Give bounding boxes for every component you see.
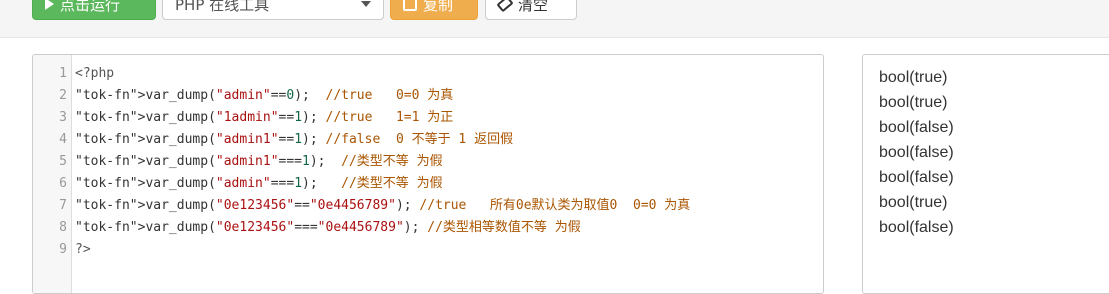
output-line: bool(false) — [879, 219, 954, 236]
line-number: 8 — [59, 220, 67, 235]
code-line[interactable]: "tok-fn">var_dump("0e123456"=="0e4456789… — [75, 195, 690, 217]
line-number: 4 — [59, 132, 67, 147]
code-line[interactable]: ?> — [75, 239, 91, 261]
output-line: bool(true) — [879, 69, 948, 86]
code-line[interactable]: "tok-fn">var_dump("admin1"===1); //类型不等 … — [75, 151, 443, 173]
toolbar: 点击运行 PHP 在线工具 复制 清空 — [0, 0, 1109, 38]
copy-button-label: 复制 — [423, 0, 454, 14]
output-line: bool(false) — [879, 119, 954, 136]
line-number: 2 — [59, 88, 67, 103]
play-icon — [45, 0, 54, 10]
clear-button-label: 清空 — [518, 0, 549, 14]
line-number: 6 — [59, 176, 67, 191]
language-select-value: PHP 在线工具 — [175, 0, 270, 14]
output-line: bool(true) — [879, 94, 948, 111]
run-button[interactable]: 点击运行 — [32, 0, 156, 20]
output-line: bool(false) — [879, 144, 954, 161]
code-line[interactable]: <?php — [75, 63, 114, 85]
chevron-down-icon — [361, 1, 371, 7]
code-line[interactable]: "tok-fn">var_dump("0e123456"==="0e445678… — [75, 217, 581, 239]
output-panel: bool(true) bool(true) bool(false) bool(fals… — [862, 54, 1109, 294]
run-button-label: 点击运行 — [60, 0, 121, 14]
line-number: 1 — [59, 66, 67, 81]
code-line[interactable]: "tok-fn">var_dump("admin"===1); //类型不等 为… — [75, 173, 443, 195]
line-number: 3 — [59, 110, 67, 125]
line-number: 7 — [59, 198, 67, 213]
line-number: 5 — [59, 154, 67, 169]
copy-button[interactable]: 复制 — [390, 0, 478, 20]
language-select[interactable]: PHP 在线工具 — [162, 0, 384, 20]
code-line[interactable]: "tok-fn">var_dump("admin"==0); //true 0=… — [75, 85, 453, 107]
line-number: 9 — [59, 242, 67, 257]
output-line: bool(true) — [879, 194, 948, 211]
clear-button[interactable]: 清空 — [485, 0, 577, 20]
code-editor[interactable]: 123456789 <?php "tok-fn">var_dump("admin"… — [32, 54, 824, 294]
line-number-gutter: 1 2 3 4 5 6 7 8 9 — [33, 55, 72, 293]
code-line[interactable]: "tok-fn">var_dump("1admin"==1); //true 1… — [75, 107, 453, 129]
code-line[interactable]: "tok-fn">var_dump("admin1"==1); //false … — [75, 129, 513, 151]
eraser-icon — [496, 0, 514, 13]
copy-icon — [403, 0, 417, 11]
output-line: bool(false) — [879, 169, 954, 186]
